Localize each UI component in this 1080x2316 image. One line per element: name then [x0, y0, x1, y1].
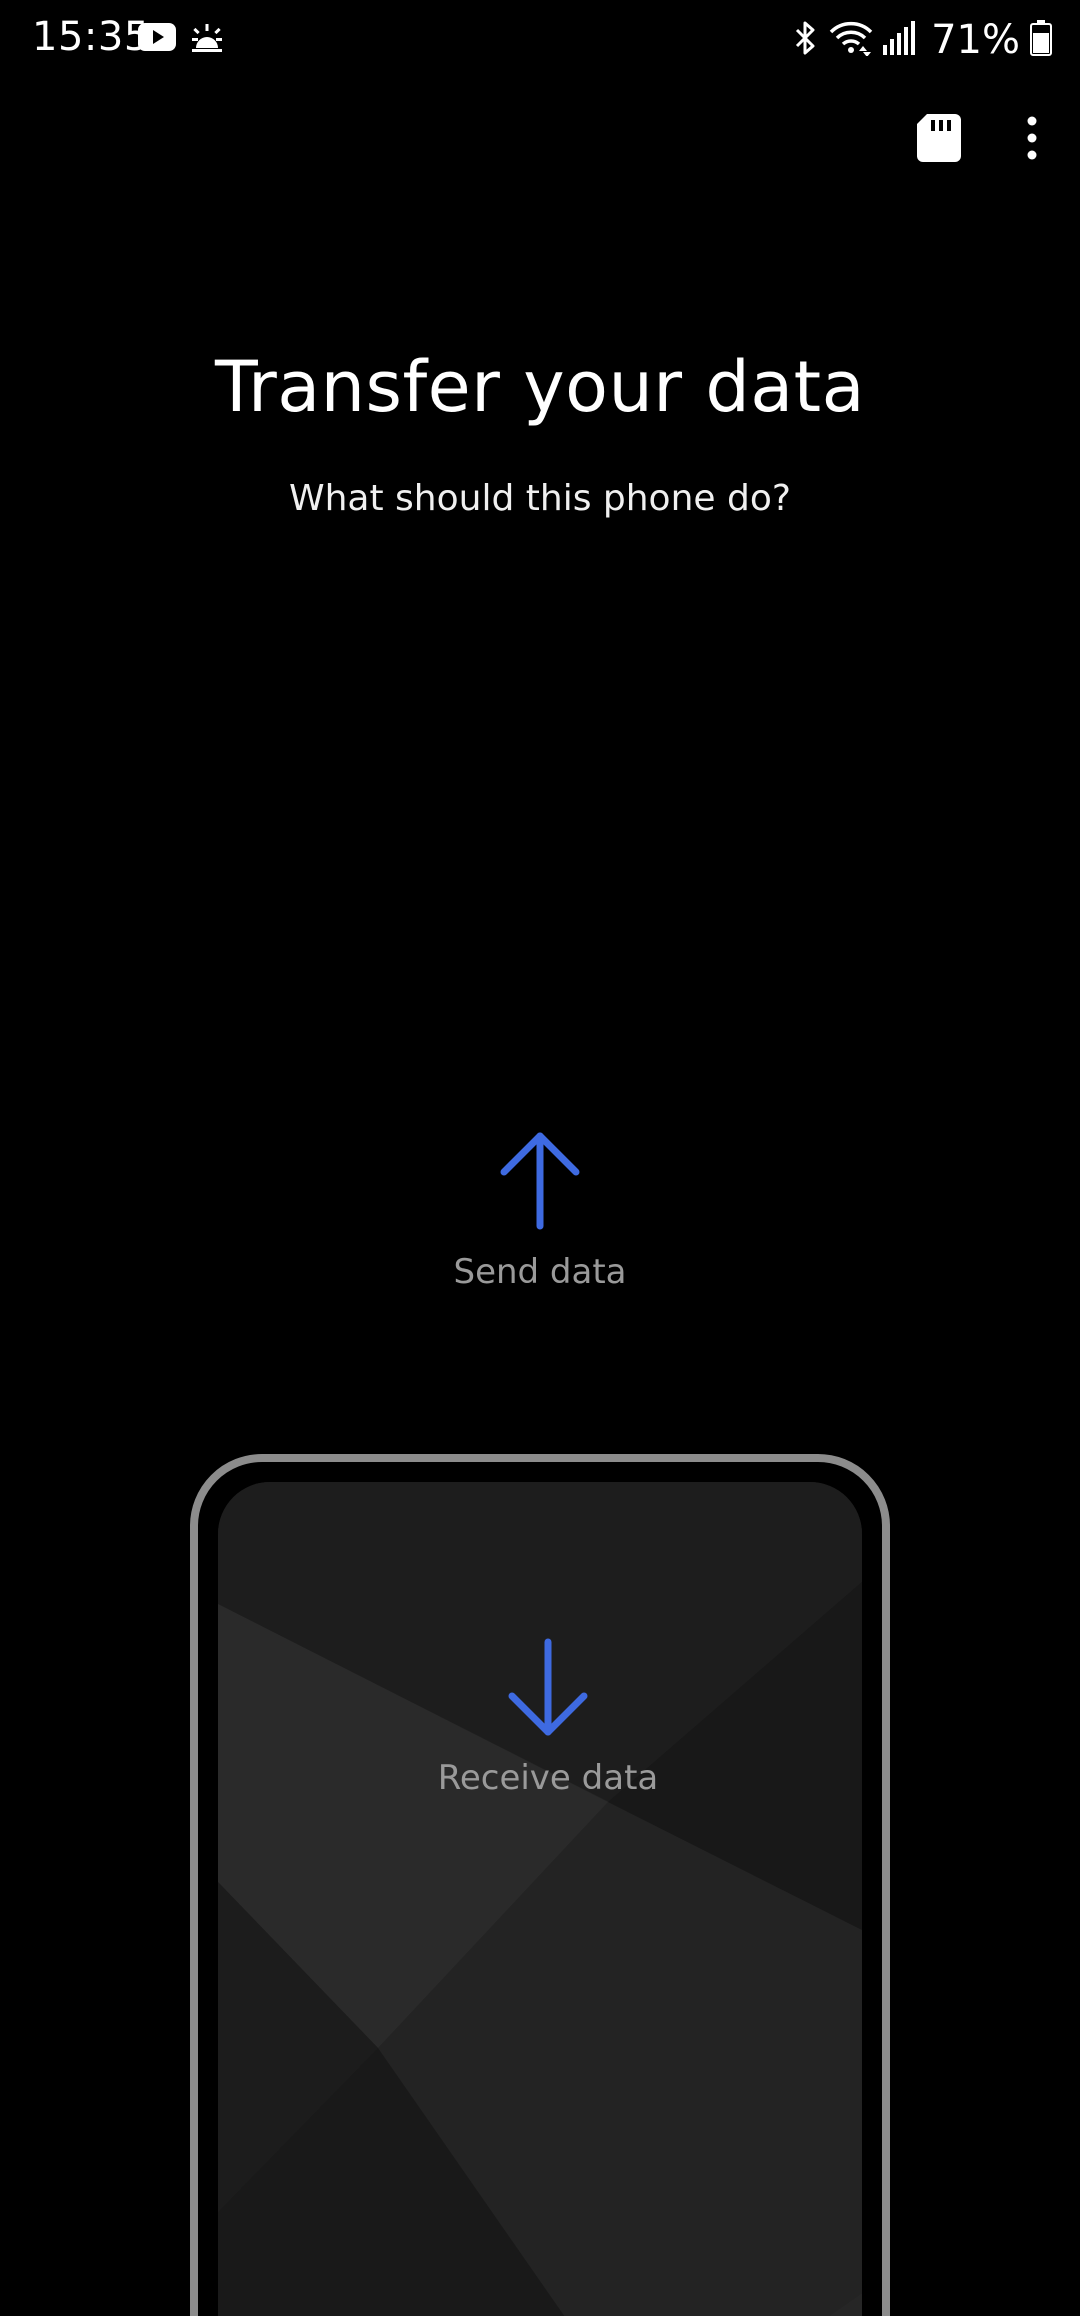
status-bar: 15:35 71%: [0, 0, 1080, 80]
battery-percent: 71%: [931, 17, 1020, 63]
phone-screen: Receive data: [218, 1482, 862, 2316]
more-options-icon: [1026, 116, 1038, 164]
status-left-icons: [138, 22, 224, 56]
app-bar-actions: [894, 100, 1080, 180]
page-title: Transfer your data: [214, 346, 866, 428]
status-time: 15:35: [32, 14, 150, 60]
receive-data-button[interactable]: Receive data: [408, 1638, 688, 1818]
more-options-button[interactable]: [984, 100, 1080, 180]
signal-icon: [883, 21, 916, 59]
smart-switch-screen: 15:35 71% Transfer your data What should…: [0, 0, 1080, 2316]
weather-sunrise-icon: [190, 22, 224, 56]
bluetooth-icon: [793, 20, 819, 60]
battery-icon: [1030, 20, 1052, 60]
receive-data-label: Receive data: [437, 1758, 659, 1798]
send-data-button[interactable]: Send data: [390, 1130, 690, 1320]
phone-wallpaper: [218, 1482, 862, 2316]
wifi-icon: [829, 20, 873, 60]
sd-card-icon: [917, 114, 961, 166]
arrow-down-icon: [506, 1638, 590, 1742]
page-subtitle: What should this phone do?: [289, 478, 791, 519]
youtube-icon: [138, 23, 176, 55]
status-right-icons: 71%: [793, 14, 1052, 66]
sd-card-button[interactable]: [894, 100, 984, 180]
phone-illustration: Receive data: [190, 1454, 890, 2316]
arrow-up-icon: [498, 1130, 582, 1234]
send-data-label: Send data: [453, 1252, 627, 1292]
